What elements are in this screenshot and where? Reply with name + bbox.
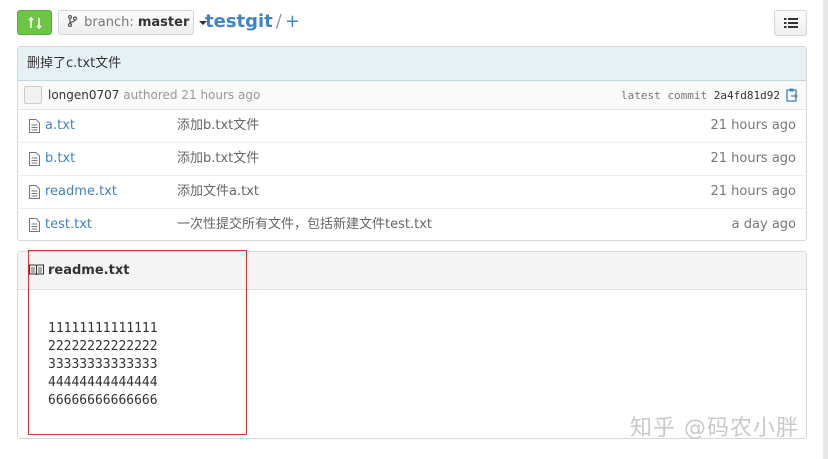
file-name-link[interactable]: a.txt [45,110,75,142]
file-commit-message[interactable]: 添加b.txt文件 [177,143,259,175]
repo-name-link[interactable]: testgit [205,11,273,32]
readme-line: 11111111111111 [48,321,158,336]
scrollbar[interactable] [823,0,828,459]
file-age: 21 hours ago [710,118,796,133]
readme-content: 11111111111111 22222222222222 3333333333… [18,290,806,410]
file-age: 21 hours ago [710,151,796,166]
file-row[interactable]: b.txt 添加b.txt文件 21 hours ago [18,143,806,176]
path-separator: / [275,11,282,32]
file-age: a day ago [731,217,796,232]
readme-line: 44444444444444 [48,375,158,390]
avatar[interactable] [24,86,42,104]
repo-header: branch: master testgit / + [17,9,807,37]
file-row[interactable]: test.txt 一次性提交所有文件，包括新建文件test.txt a day … [18,209,806,241]
file-name-link[interactable]: b.txt [45,143,75,175]
clipboard-icon[interactable] [786,88,798,102]
file-icon [29,119,40,133]
file-row[interactable]: readme.txt 添加文件a.txt 21 hours ago [18,176,806,209]
commit-sha-link[interactable]: 2a4fd81d92 [714,89,780,102]
watermark: 知乎 @码农小胖 [630,416,799,441]
list-view-button[interactable] [774,10,807,36]
file-icon [29,218,40,232]
breadcrumb: testgit / + [205,10,300,34]
file-commit-message[interactable]: 一次性提交所有文件，包括新建文件test.txt [177,209,432,241]
branch-selector[interactable]: branch: master [58,10,207,35]
commit-meta: longen0707 authored 21 hours ago latest … [18,81,806,110]
branch-label: branch: [84,15,134,30]
file-row[interactable]: a.txt 添加b.txt文件 21 hours ago [18,110,806,143]
author-link[interactable]: longen0707 [48,88,119,102]
file-name-link[interactable]: test.txt [45,209,92,241]
file-age: 21 hours ago [710,184,796,199]
commit-author-line: longen0707 authored 21 hours ago [48,81,260,109]
branch-name: master [137,15,190,30]
readme-title: readme.txt [48,263,130,278]
file-commit-message[interactable]: 添加b.txt文件 [177,110,259,142]
readme-header: readme.txt [18,252,806,290]
file-commit-message[interactable]: 添加文件a.txt [177,176,259,208]
branch-icon [67,14,78,28]
latest-commit-label: latest commit [621,89,708,102]
readme-line: 66666666666666 [48,393,158,408]
readme-line: 33333333333333 [48,357,158,372]
file-browser: 删掉了c.txt文件 longen0707 authored 21 hours … [17,46,807,241]
file-name-link[interactable]: readme.txt [45,176,117,208]
file-icon [29,185,40,199]
list-icon [783,18,798,28]
commit-message[interactable]: 删掉了c.txt文件 [18,47,806,81]
new-file-link[interactable]: + [285,11,300,32]
book-icon [29,264,44,276]
readme-line: 22222222222222 [48,339,158,354]
file-icon [29,152,40,166]
latest-commit: latest commit 2a4fd81d92 [621,82,780,110]
compare-button[interactable] [17,10,52,35]
authored-time: authored 21 hours ago [123,88,261,102]
compare-icon [27,16,42,29]
